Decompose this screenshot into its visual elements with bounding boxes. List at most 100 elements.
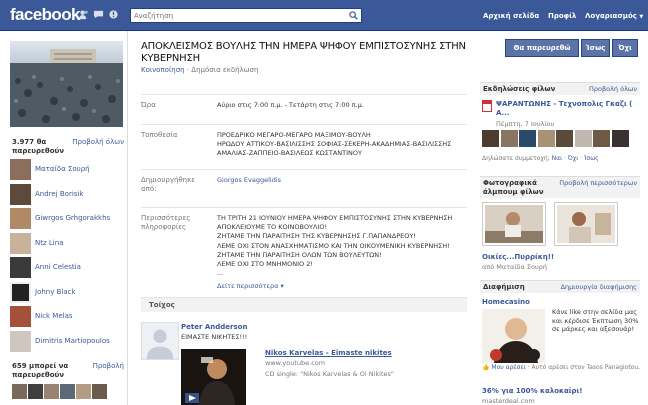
video-description: CD single: "Nikos Karvelas & Oi Nikites" [265, 370, 394, 378]
attendee-name[interactable]: Johny Black [35, 288, 76, 296]
rsvp-question: Δηλώσατε συμμετοχή; [482, 155, 552, 162]
avatar[interactable] [537, 130, 555, 147]
ad-like-context: · Αυτό αρέσει στον Tasos Panagiotou. [525, 364, 641, 371]
maybe-count: 659 μπορεί να παρευρεθούν [12, 362, 69, 379]
list-item[interactable]: Giwrgos Grhgorakkhs [10, 206, 124, 231]
friends-albums-header: Φωτογραφικά άλμπουμ φίλων Προβολή περισσ… [480, 176, 640, 198]
more-info-value: ΤΗ ΤΡΙΤΗ 21 ΙΟΥΝΙΟΥ ΗΜΕΡΑ ΨΗΦΟΥ ΕΜΠΙΣΤΟΣ… [217, 214, 453, 278]
left-column: 3.977 θα παρευρεθούν Προβολή όλων Ματαίδ… [0, 31, 128, 405]
info-row-creator: Δημιουργήθηκε από: Giorgos Evaggelidis [141, 169, 467, 207]
friend-event-rsvp: Δηλώσατε συμμετοχή; Ναι · Όχι · Ίσως [482, 155, 599, 162]
avatar[interactable] [500, 130, 518, 147]
search-input[interactable] [131, 9, 341, 22]
wall-heading: Τοίχος [141, 297, 467, 312]
attending-count: 3.977 θα παρευρεθούν [12, 138, 65, 155]
friend-requests-icon[interactable] [78, 9, 89, 20]
notifications-icon[interactable] [108, 9, 119, 20]
creator-label: Δημιουργήθηκε από: [141, 176, 196, 193]
time-value: Αύριο στις 7:00 π.μ. - Τετάρτη στις 7:00… [217, 101, 364, 109]
event-privacy: · Δημόσια εκδήλωση [184, 66, 259, 74]
rsvp-no-link[interactable]: Όχι [568, 155, 578, 162]
ad-body-text: Κάνε like στην σελίδα μας και κέρδισε Έκ… [552, 308, 639, 333]
list-item[interactable]: Andrej Borisik [10, 182, 124, 207]
friends-events-see-all-link[interactable]: Προβολή όλων [589, 85, 637, 93]
rsvp-maybe-link[interactable]: Ίσως [584, 155, 599, 162]
avatar[interactable] [482, 130, 499, 147]
attendee-name[interactable]: Dimitris Martiopoulos [35, 337, 110, 345]
avatar[interactable] [10, 281, 31, 303]
attending-see-all-link[interactable]: Προβολή όλων [72, 138, 124, 146]
avatar[interactable] [10, 183, 31, 205]
rsvp-yes-link[interactable]: Ναι [552, 155, 562, 162]
avatar[interactable] [611, 130, 629, 147]
avatar[interactable] [141, 322, 179, 360]
avatar[interactable] [28, 384, 43, 399]
avatar[interactable] [76, 384, 91, 399]
album-thumbnail[interactable] [554, 202, 618, 246]
avatar[interactable] [44, 384, 59, 399]
album-thumbnail[interactable] [482, 202, 546, 246]
video-title-link[interactable]: Nikos Karvelas - Eimaste nikites [265, 349, 392, 357]
attendee-name[interactable]: Giwrgos Grhgorakkhs [35, 214, 110, 222]
attendee-name[interactable]: Ματαίδα Σουρή [35, 165, 90, 173]
maybe-header: 659 μπορεί να παρευρεθούν Προβολή [12, 362, 124, 380]
avatar[interactable] [556, 130, 573, 147]
video-url: www.youtube.com [265, 359, 326, 367]
maybe-avatars [12, 384, 108, 401]
messages-icon[interactable] [93, 9, 104, 20]
see-more-link[interactable]: Δείτε περισσότερα ▾ [217, 282, 284, 290]
top-bar: facebook Αρχική σελίδα Προφίλ Λογαριασμό… [0, 0, 648, 31]
creator-link[interactable]: Giorgos Evaggelidis [217, 176, 467, 185]
post-text: ΕΙΜΑΣΤΕ ΝΙΚΗΤΕΣ!!! [181, 333, 248, 341]
search-icon[interactable] [349, 11, 358, 20]
more-info-label: Περισσότερες πληροφορίες [141, 214, 191, 231]
ad-title-link[interactable]: Homecasino [482, 298, 530, 306]
attendee-name[interactable]: Andrej Borisik [35, 190, 83, 198]
avatar[interactable] [10, 306, 31, 327]
create-ad-link[interactable]: Δημιουργία διαφήμισης [561, 283, 637, 291]
avatar[interactable] [60, 384, 75, 399]
maybe-button[interactable]: Ίσως [581, 39, 610, 57]
list-item[interactable]: Anni Celestia [10, 255, 124, 280]
friends-albums-see-more-link[interactable]: Προβολή περισσότερων [559, 179, 637, 188]
list-item[interactable]: Ματαίδα Σουρή [10, 157, 124, 182]
maybe-see-all-link[interactable]: Προβολή [93, 362, 124, 370]
attend-button[interactable]: Θα παρευρεθώ [505, 39, 579, 57]
friends-albums-title: Φωτογραφικά άλμπουμ φίλων [483, 179, 544, 196]
list-item[interactable]: Dimitris Martiopoulos [10, 329, 124, 354]
avatar[interactable] [12, 384, 27, 399]
ad2-title-link[interactable]: 36% για 100% καλοκαίρι! [482, 387, 582, 395]
video-thumbnail[interactable] [181, 349, 246, 405]
friend-event-avatars [482, 130, 630, 149]
ad-image[interactable] [482, 309, 545, 363]
avatar[interactable] [10, 208, 31, 229]
post-author-link[interactable]: Peter Andderson [181, 323, 247, 331]
attendee-name[interactable]: Anni Celestia [35, 263, 81, 271]
avatar[interactable] [10, 232, 31, 254]
nav-home-link[interactable]: Αρχική σελίδα [483, 12, 539, 20]
info-row-time: Ώρα Αύριο στις 7:00 π.μ. - Τετάρτη στις … [141, 94, 467, 124]
share-link[interactable]: Κοινοποίηση [141, 66, 185, 74]
list-item[interactable]: Nick Melas [10, 304, 124, 329]
facebook-logo[interactable]: facebook [10, 5, 80, 25]
attendee-name[interactable]: Nick Melas [35, 312, 73, 320]
friend-event-title-link[interactable]: ΨΑΡΑΝΤΩΝΗΣ - Τεχνοπολις Γκαζι ( Α... [496, 100, 642, 118]
nav-account-menu[interactable]: Λογαριασμός ▼ [585, 12, 643, 20]
ads-title: Διαφήμιση [483, 283, 525, 291]
avatar[interactable] [92, 384, 107, 399]
decline-button[interactable]: Όχι [612, 39, 638, 57]
nav-profile-link[interactable]: Προφίλ [548, 12, 576, 20]
attendee-list: Ματαίδα Σουρή Andrej Borisik Giwrgos Grh… [10, 157, 124, 353]
list-item[interactable]: Johny Black [10, 280, 124, 305]
album-title-link[interactable]: Οικίες...Πυρρίκη!! [482, 253, 554, 261]
avatar[interactable] [593, 130, 610, 147]
event-cover-photo[interactable] [10, 41, 123, 127]
avatar[interactable] [10, 257, 31, 278]
avatar[interactable] [574, 130, 592, 147]
avatar[interactable] [10, 330, 31, 352]
avatar[interactable] [10, 159, 31, 180]
list-item[interactable]: Ntz Lina [10, 231, 124, 256]
attendee-name[interactable]: Ntz Lina [35, 239, 63, 247]
avatar[interactable] [519, 130, 536, 147]
ad-like-link[interactable]: Μου αρέσει [491, 364, 525, 371]
